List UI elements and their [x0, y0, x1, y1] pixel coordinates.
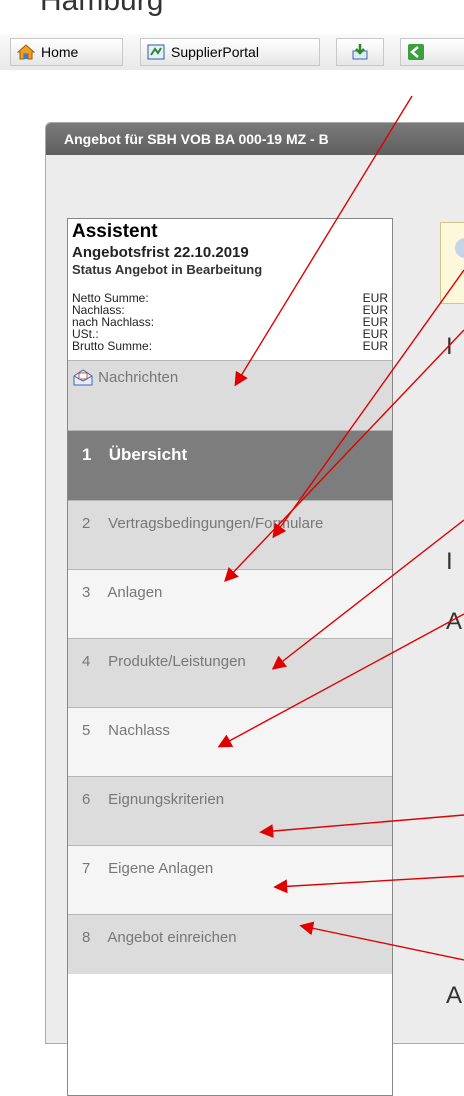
step-number: 8: [82, 929, 91, 946]
step-number: 4: [82, 653, 91, 670]
messages-item[interactable]: Nachrichten: [68, 360, 392, 430]
step-5-discount[interactable]: 5 Nachlass: [68, 707, 392, 776]
step-number: 3: [82, 584, 91, 601]
home-button[interactable]: Home: [10, 38, 123, 66]
supplier-portal-label: SupplierPortal: [171, 44, 259, 60]
info-box: [440, 222, 464, 304]
offer-status: Status Angebot in Bearbeitung: [72, 262, 263, 277]
step-number: 7: [82, 860, 91, 877]
offer-summary: Assistent Angebotsfrist 22.10.2019 Statu…: [68, 219, 392, 354]
back-arrow-icon: [408, 44, 424, 60]
step-7-own-attachments[interactable]: 7 Eigene Anlagen: [68, 845, 392, 914]
home-icon: [17, 44, 35, 60]
step-number: 6: [82, 791, 91, 808]
step-2-contract-terms[interactable]: 2 Vertragsbedingungen/Formulare: [68, 500, 392, 569]
supplier-portal-icon: [147, 44, 165, 60]
info-icon: [455, 238, 464, 258]
content-fragment-3: A: [446, 608, 463, 635]
sum-row-gross: Brutto Summe: EUR: [72, 340, 388, 352]
step-label: Eigene Anlagen: [108, 860, 214, 877]
content-fragment-1: I: [446, 333, 453, 360]
toolbar: Home SupplierPortal: [0, 34, 464, 70]
supplier-portal-button[interactable]: SupplierPortal: [140, 38, 320, 66]
step-label: Anlagen: [107, 584, 163, 601]
step-8-submit-offer[interactable]: 8 Angebot einreichen: [68, 914, 392, 974]
download-button[interactable]: [336, 38, 384, 66]
sum-row-after-discount: nach Nachlass: EUR: [72, 316, 388, 328]
step-label: Vertragsbedingungen/Formulare: [108, 515, 324, 532]
assistant-title: Assistent: [72, 221, 158, 242]
download-icon: [352, 44, 368, 60]
step-number: 2: [82, 515, 91, 532]
step-label: Produkte/Leistungen: [108, 653, 246, 670]
content-fragment-4: A: [446, 982, 463, 1009]
step-label: Eignungskriterien: [108, 791, 225, 808]
sum-label: Brutto Summe:: [72, 339, 153, 353]
step-3-attachments[interactable]: 3 Anlagen: [68, 569, 392, 638]
step-1-overview[interactable]: 1 Übersicht: [68, 430, 392, 500]
messages-label: Nachrichten: [98, 369, 179, 386]
content-fragment-2: I: [446, 548, 453, 575]
page-title: Hamburg: [40, 0, 164, 17]
step-4-products-services[interactable]: 4 Produkte/Leistungen: [68, 638, 392, 707]
step-label: Nachlass: [108, 722, 170, 739]
step-number: 5: [82, 722, 91, 739]
step-number: 1: [82, 445, 92, 464]
assistant-panel: Assistent Angebotsfrist 22.10.2019 Statu…: [67, 218, 393, 1096]
step-label: Übersicht: [108, 445, 188, 464]
step-label: Angebot einreichen: [107, 929, 237, 946]
messages-icon: [73, 369, 93, 386]
home-label: Home: [41, 44, 79, 60]
panel-header: Angebot für SBH VOB BA 000-19 MZ - B: [46, 123, 464, 155]
back-button[interactable]: [400, 38, 464, 66]
offer-deadline: Angebotsfrist 22.10.2019: [72, 244, 249, 261]
sum-currency: EUR: [362, 339, 388, 353]
step-6-eligibility-criteria[interactable]: 6 Eignungskriterien: [68, 776, 392, 845]
